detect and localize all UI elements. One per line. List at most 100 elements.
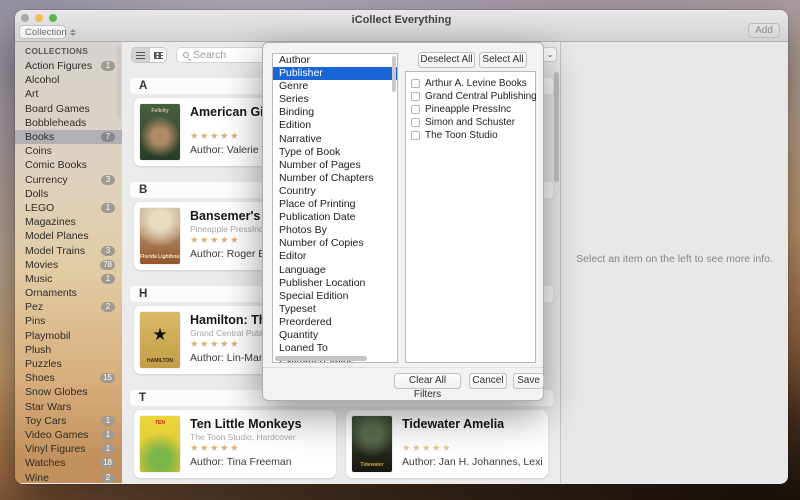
sidebar-item-books[interactable]: Books 7 xyxy=(15,129,122,145)
sidebar-item-art[interactable]: Art xyxy=(15,87,122,101)
search-placeholder: Search xyxy=(193,49,227,61)
save-button[interactable]: Save xyxy=(513,373,544,389)
sidebar-item-coins[interactable]: Coins xyxy=(15,144,122,158)
filter-field-quantity[interactable]: Quantity xyxy=(273,329,397,342)
sidebar-item-bobbleheads[interactable]: Bobbleheads xyxy=(15,116,122,130)
deselect-all-button[interactable]: Deselect All xyxy=(418,52,475,68)
sidebar-item-alcohol[interactable]: Alcohol xyxy=(15,73,122,87)
cover-title-text: TEN xyxy=(155,420,165,426)
count-badge: 1 xyxy=(101,202,115,213)
sidebar-item-plush[interactable]: Plush xyxy=(15,343,122,357)
sidebar-item-watches[interactable]: Watches 18 xyxy=(15,456,122,470)
sidebar-item-comic-books[interactable]: Comic Books xyxy=(15,158,122,172)
sidebar-item-label: Wine xyxy=(25,471,49,483)
sidebar-item-ornaments[interactable]: Ornaments xyxy=(15,286,122,300)
sidebar-item-movies[interactable]: Movies 78 xyxy=(15,258,122,272)
filter-field-number-of-chapters[interactable]: Number of Chapters xyxy=(273,172,397,185)
filter-field-edition[interactable]: Edition xyxy=(273,119,397,132)
sidebar-item-label: Board Games xyxy=(25,102,90,115)
book-meta: Tidewater Amelia ★★★★★ Author: Jan H. Joha… xyxy=(402,416,542,472)
filter-field-preordered[interactable]: Preordered xyxy=(273,316,397,329)
filter-field-special-edition[interactable]: Special Edition xyxy=(273,290,397,303)
cancel-button[interactable]: Cancel xyxy=(469,373,507,389)
sidebar-item-dolls[interactable]: Dolls xyxy=(15,187,122,201)
sidebar-item-label: Movies xyxy=(25,258,59,271)
sidebar-item-board-games[interactable]: Board Games xyxy=(15,102,122,116)
filter-field-photos-by[interactable]: Photos By xyxy=(273,224,397,237)
sidebar-item-label: Currency xyxy=(25,173,68,186)
book-card-ten-little-monkeys[interactable]: TEN Ten Little Monkeys The Toon Studio, Ha… xyxy=(134,410,336,478)
filter-field-language[interactable]: Language xyxy=(273,264,397,277)
sidebar-item-star-wars[interactable]: Star Wars xyxy=(15,400,122,414)
sidebar-item-vinyl-figures[interactable]: Vinyl Figures 1 xyxy=(15,442,122,456)
add-button[interactable]: Add xyxy=(748,23,780,38)
filter-field-number-of-pages[interactable]: Number of Pages xyxy=(273,159,397,172)
book-cover: Felicity xyxy=(140,104,180,160)
list-view-button[interactable] xyxy=(132,48,149,62)
filter-field-author[interactable]: Author xyxy=(273,54,397,67)
filter-option-arthur-a-levine-books[interactable]: Arthur A. Levine Books xyxy=(411,77,535,90)
sidebar-item-pez[interactable]: Pez 2 xyxy=(15,300,122,314)
grid-view-button[interactable] xyxy=(149,48,166,62)
filter-field-list: Author Publisher Genre Series Binding Edition… xyxy=(272,53,398,363)
sidebar-item-shoes[interactable]: Shoes 15 xyxy=(15,371,122,385)
filter-field-type-of-book[interactable]: Type of Book xyxy=(273,146,397,159)
sidebar-item-action-figures[interactable]: Action Figures 1 xyxy=(15,59,122,73)
sort-button[interactable]: ⌄ xyxy=(543,47,557,62)
collection-dropdown[interactable]: Collection xyxy=(19,25,76,39)
field-list-scrollbar[interactable] xyxy=(392,56,396,92)
field-list-h-scrollbar[interactable] xyxy=(275,356,367,361)
sidebar-item-model-trains[interactable]: Model Trains 3 xyxy=(15,243,122,257)
filter-field-editor[interactable]: Editor xyxy=(273,250,397,263)
filter-field-number-of-copies[interactable]: Number of Copies xyxy=(273,237,397,250)
sidebar-item-label: LEGO xyxy=(25,201,55,214)
search-icon xyxy=(183,52,189,58)
filter-option-simon-and-schuster[interactable]: Simon and Schuster xyxy=(411,116,535,129)
filter-field-country[interactable]: Country xyxy=(273,185,397,198)
filter-field-loaned-to[interactable]: Loaned To xyxy=(273,342,397,355)
filter-field-publication-date[interactable]: Publication Date xyxy=(273,211,397,224)
book-author: Author: Tina Freeman xyxy=(190,456,292,468)
list-scrollbar[interactable] xyxy=(554,72,559,182)
option-label: Grand Central Publishing xyxy=(425,91,537,102)
sidebar-item-music[interactable]: Music 1 xyxy=(15,272,122,286)
filter-option-pineapple-pressinc[interactable]: Pineapple PressInc xyxy=(411,103,535,116)
filter-option-grand-central-publishing[interactable]: Grand Central Publishing xyxy=(411,90,537,103)
sidebar-item-toy-cars[interactable]: Toy Cars 1 xyxy=(15,414,122,428)
sidebar-item-puzzles[interactable]: Puzzles xyxy=(15,357,122,371)
filter-field-publisher[interactable]: Publisher xyxy=(273,67,397,81)
collection-dropdown-label: Collection xyxy=(25,26,67,38)
sidebar-item-magazines[interactable]: Magazines xyxy=(15,215,122,229)
filter-field-series[interactable]: Series xyxy=(273,93,397,106)
option-checkbox[interactable] xyxy=(411,92,420,101)
select-all-button[interactable]: Select All xyxy=(479,52,527,68)
filter-field-publisher-location[interactable]: Publisher Location xyxy=(273,277,397,290)
sidebar-item-currency[interactable]: Currency 3 xyxy=(15,173,122,187)
option-checkbox[interactable] xyxy=(411,79,420,88)
filter-field-genre[interactable]: Genre xyxy=(273,80,397,93)
sidebar-item-wine[interactable]: Wine 2 xyxy=(15,470,122,483)
book-cover: HAMILTON ★ xyxy=(140,312,180,368)
sidebar-item-playmobil[interactable]: Playmobil xyxy=(15,329,122,343)
filter-field-place-of-printing[interactable]: Place of Printing xyxy=(273,198,397,211)
sidebar-item-video-games[interactable]: Video Games 1 xyxy=(15,428,122,442)
sidebar-scrollbar[interactable] xyxy=(117,46,121,118)
filter-field-narrative[interactable]: Narrative xyxy=(273,133,397,146)
filter-field-binding[interactable]: Binding xyxy=(273,106,397,119)
sidebar-item-label: Model Trains xyxy=(25,244,86,257)
dialog-footer-divider xyxy=(263,367,543,368)
filter-field-typeset[interactable]: Typeset xyxy=(273,303,397,316)
book-card-tidewater-amelia[interactable]: Tidewater Tidewater Amelia ★★★★★ Author: Ja… xyxy=(346,410,548,478)
count-badge: 1 xyxy=(101,429,115,440)
clear-all-filters-button[interactable]: Clear All Filters xyxy=(394,373,461,400)
sidebar-item-snow-globes[interactable]: Snow Globes xyxy=(15,385,122,399)
option-checkbox[interactable] xyxy=(411,118,420,127)
sidebar-item-model-planes[interactable]: Model Planes xyxy=(15,229,122,243)
option-checkbox[interactable] xyxy=(411,105,420,114)
option-label: Pineapple PressInc xyxy=(425,104,512,115)
option-checkbox[interactable] xyxy=(411,131,420,140)
sidebar-item-pins[interactable]: Pins xyxy=(15,314,122,328)
sidebar-item-lego[interactable]: LEGO 1 xyxy=(15,201,122,215)
book-publisher: The Toon Studio, Hardcover xyxy=(190,432,296,442)
filter-option-the-toon-studio[interactable]: The Toon Studio xyxy=(411,129,535,142)
